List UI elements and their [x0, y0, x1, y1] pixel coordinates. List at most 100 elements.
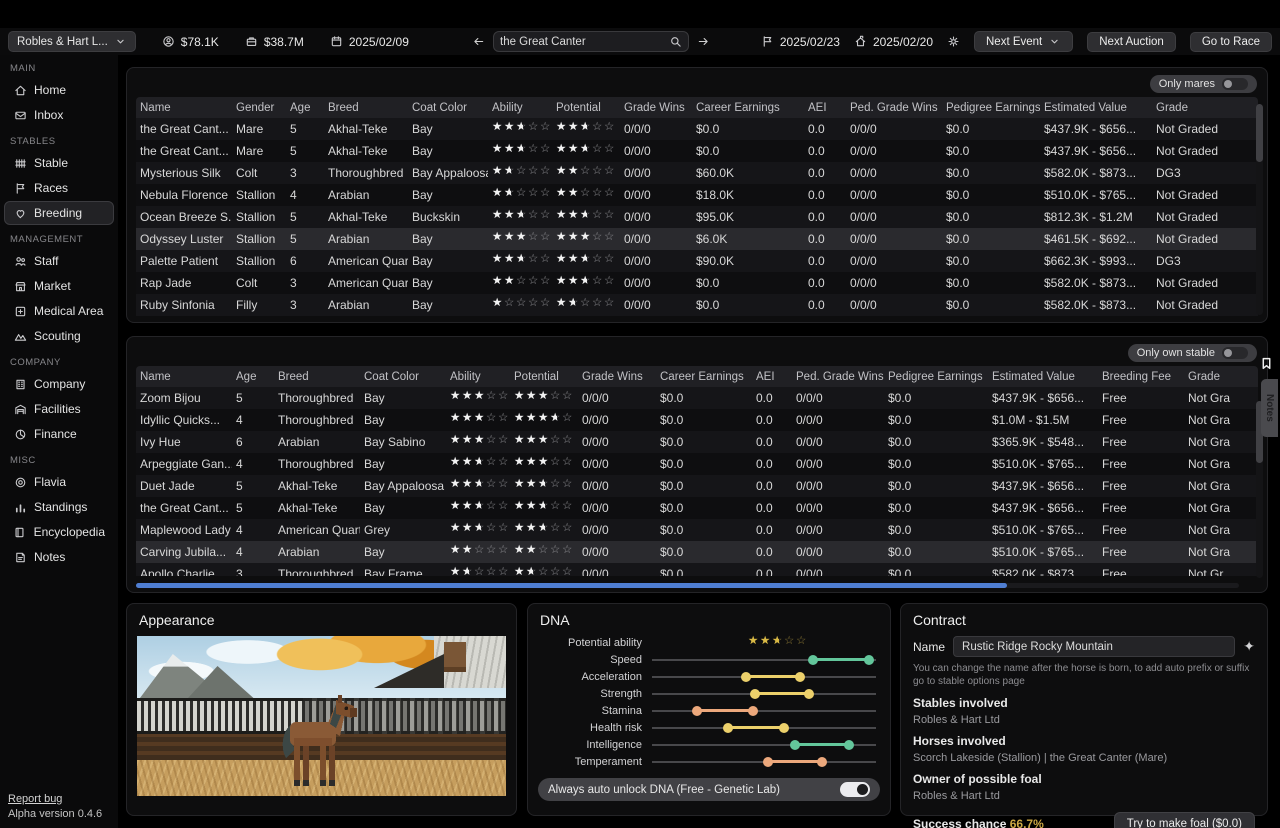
stable-selector[interactable]: Robles & Hart L...	[8, 31, 136, 52]
table-row-apollo-charlie[interactable]: Apollo Charlie3ThoroughbredBay Frame0/0/…	[136, 563, 1258, 576]
mares-table-panel: Only mares NameGenderAgeBreedCoat ColorA…	[126, 67, 1268, 323]
column-header[interactable]: Career Earnings	[692, 102, 804, 114]
column-header[interactable]: Career Earnings	[656, 371, 752, 383]
sidebar-item-company[interactable]: Company	[4, 372, 114, 396]
column-header[interactable]: Ability	[446, 371, 510, 383]
column-header[interactable]: Estimated Value	[1040, 102, 1152, 114]
sidebar-item-races[interactable]: Races	[4, 176, 114, 200]
column-header[interactable]: Pedigree Earnings	[942, 102, 1040, 114]
column-header[interactable]: Ped. Grade Wins	[792, 371, 884, 383]
back-arrow-button[interactable]	[472, 35, 485, 48]
column-header[interactable]: Grade	[1152, 102, 1258, 114]
table-row-idyllic-quicks[interactable]: Idyllic Quicks...4ThoroughbredBay0/0/0$0…	[136, 409, 1258, 431]
table-row-the-great-cant[interactable]: the Great Cant...Mare5Akhal-TekeBay0/0/0…	[136, 140, 1258, 162]
star-rating	[556, 209, 616, 222]
column-header[interactable]: Name	[136, 102, 232, 114]
table-row-arpeggiate-gan[interactable]: Arpeggiate Gan...4ThoroughbredBay0/0/0$0…	[136, 453, 1258, 475]
sidebar-item-flavia[interactable]: Flavia	[4, 470, 114, 494]
try-make-foal-button[interactable]: Try to make foal ($0.0)	[1114, 812, 1255, 828]
column-header[interactable]: Ped. Grade Wins	[846, 102, 942, 114]
column-header[interactable]: Breeding Fee	[1098, 371, 1184, 383]
sidebar-item-stable[interactable]: Stable	[4, 151, 114, 175]
foal-name-input[interactable]	[953, 636, 1235, 657]
trait-range-track[interactable]	[652, 676, 876, 678]
sidebar-item-breeding[interactable]: Breeding	[4, 201, 114, 225]
range-min-dot	[723, 723, 733, 733]
column-header[interactable]: Ability	[488, 102, 552, 114]
trait-range-track[interactable]	[652, 659, 876, 661]
dna-trait-acceleration: Acceleration	[528, 668, 890, 685]
dna-trait-health-risk: Health risk	[528, 719, 890, 736]
sidebar-item-facilities[interactable]: Facilities	[4, 397, 114, 421]
column-header[interactable]: Grade Wins	[578, 371, 656, 383]
table-row-rap-jade[interactable]: Rap JadeColt3American Quart...Bay0/0/0$0…	[136, 272, 1258, 294]
column-header[interactable]: Estimated Value	[988, 371, 1098, 383]
column-header[interactable]: Breed	[274, 371, 360, 383]
notes-side-tab[interactable]: Notes	[1261, 379, 1278, 437]
trait-range-track[interactable]	[652, 761, 876, 763]
star-rating	[556, 231, 616, 244]
table-row-nebula-florence[interactable]: Nebula FlorenceStallion4ArabianBay0/0/0$…	[136, 184, 1258, 206]
column-header[interactable]: Age	[232, 371, 274, 383]
table-row-ruby-sinfonia[interactable]: Ruby SinfoniaFilly3ArabianBay0/0/0$0.00.…	[136, 294, 1258, 316]
column-header[interactable]: AEI	[804, 102, 846, 114]
column-header[interactable]: Grade Wins	[620, 102, 692, 114]
settings-gear-button[interactable]	[947, 35, 960, 48]
column-header[interactable]: Grade	[1184, 371, 1258, 383]
column-header[interactable]: Coat Color	[360, 371, 446, 383]
next-event-dropdown[interactable]: Next Event	[974, 31, 1073, 52]
star-rating	[492, 121, 552, 134]
search-input[interactable]	[500, 36, 669, 48]
star-rating	[450, 412, 510, 425]
trait-range-track[interactable]	[652, 727, 876, 729]
column-header[interactable]: Potential	[552, 102, 620, 114]
table-row-duet-jade[interactable]: Duet Jade5Akhal-TekeBay Appaloosa0/0/0$0…	[136, 475, 1258, 497]
table-row-the-great-cant[interactable]: the Great Cant...Mare5Akhal-TekeBay0/0/0…	[136, 118, 1258, 140]
only-own-stable-toggle[interactable]: Only own stable	[1128, 344, 1257, 362]
table-row-odyssey-luster[interactable]: Odyssey LusterStallion5ArabianBay0/0/0$6…	[136, 228, 1258, 250]
sidebar-item-staff[interactable]: Staff	[4, 249, 114, 273]
table-row-carving-jubila[interactable]: Carving Jubila...4ArabianBay0/0/0$0.00.0…	[136, 541, 1258, 563]
column-header[interactable]: Coat Color	[408, 102, 488, 114]
stallions-horizontal-scrollbar[interactable]	[136, 583, 1239, 588]
report-bug-link[interactable]: Report bug	[8, 792, 102, 807]
sidebar-item-market[interactable]: Market	[4, 274, 114, 298]
sidebar-item-home[interactable]: Home	[4, 78, 114, 102]
table-row-ivy-hue[interactable]: Ivy Hue6ArabianBay Sabino0/0/0$0.00.00/0…	[136, 431, 1258, 453]
column-header[interactable]: Pedigree Earnings	[884, 371, 988, 383]
only-mares-toggle[interactable]: Only mares	[1150, 75, 1257, 93]
table-row-mysterious-silk[interactable]: Mysterious SilkColt3ThoroughbredBay Appa…	[136, 162, 1258, 184]
column-header[interactable]: Age	[286, 102, 324, 114]
go-to-race-button[interactable]: Go to Race	[1190, 32, 1272, 52]
next-auction-button[interactable]: Next Auction	[1087, 32, 1176, 52]
trait-range-track[interactable]	[652, 744, 876, 746]
table-row-zoom-bijou[interactable]: Zoom Bijou5ThoroughbredBay0/0/0$0.00.00/…	[136, 387, 1258, 409]
sidebar-item-standings[interactable]: Standings	[4, 495, 114, 519]
forward-arrow-button[interactable]	[697, 35, 710, 48]
sidebar-item-finance[interactable]: Finance	[4, 422, 114, 446]
column-header[interactable]: Breed	[324, 102, 408, 114]
chevron-down-icon	[1048, 35, 1061, 48]
toggle-switch-off	[1222, 78, 1248, 90]
sidebar-item-inbox[interactable]: Inbox	[4, 103, 114, 127]
column-header[interactable]: Name	[136, 371, 232, 383]
table-row-palette-patient[interactable]: Palette PatientStallion6American Quart..…	[136, 250, 1258, 272]
sidebar-item-notes[interactable]: Notes	[4, 545, 114, 569]
stallions-table: NameAgeBreedCoat ColorAbilityPotentialGr…	[136, 366, 1258, 576]
mares-vertical-scrollbar[interactable]	[1256, 104, 1263, 315]
table-row-the-great-cant[interactable]: the Great Cant...5Akhal-TekeBay0/0/0$0.0…	[136, 497, 1258, 519]
column-header[interactable]: AEI	[752, 371, 792, 383]
table-row-ocean-breeze-s[interactable]: Ocean Breeze S...Stallion5Akhal-TekeBuck…	[136, 206, 1258, 228]
horse-search-box[interactable]	[493, 31, 689, 52]
trait-range-track[interactable]	[652, 710, 876, 712]
sidebar-item-medical-area[interactable]: Medical Area	[4, 299, 114, 323]
random-name-icon[interactable]: ✦	[1243, 638, 1255, 655]
table-row-maplewood-lady[interactable]: Maplewood Lady4American Quart...Grey0/0/…	[136, 519, 1258, 541]
bookmark-icon[interactable]	[1259, 356, 1274, 371]
sidebar-item-encyclopedia[interactable]: Encyclopedia	[4, 520, 114, 544]
column-header[interactable]: Potential	[510, 371, 578, 383]
auto-unlock-dna-toggle[interactable]: Always auto unlock DNA (Free - Genetic L…	[538, 778, 880, 801]
sidebar-item-scouting[interactable]: Scouting	[4, 324, 114, 348]
column-header[interactable]: Gender	[232, 102, 286, 114]
trait-range-track[interactable]	[652, 693, 876, 695]
